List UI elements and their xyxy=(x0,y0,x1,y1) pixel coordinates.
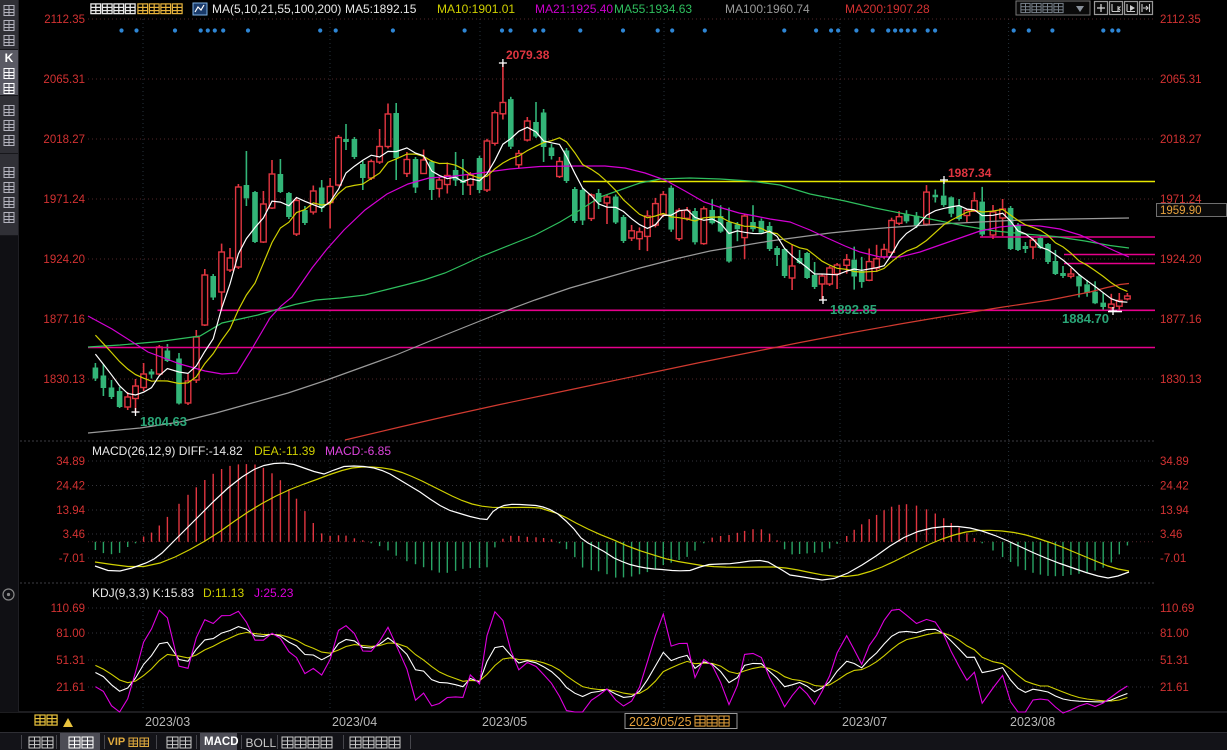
svg-text:DEA:-11.39: DEA:-11.39 xyxy=(254,444,315,458)
svg-text:1877.16: 1877.16 xyxy=(1160,314,1202,326)
svg-text:3.46: 3.46 xyxy=(63,529,85,541)
svg-text:24.42: 24.42 xyxy=(1160,481,1189,493)
svg-text:34.89: 34.89 xyxy=(56,456,85,468)
svg-text:-7.01: -7.01 xyxy=(59,553,85,565)
svg-text:MA(5,10,21,55,100,200): MA(5,10,21,55,100,200) xyxy=(212,2,341,16)
svg-text:1959.90: 1959.90 xyxy=(1160,205,1202,217)
svg-text:51.31: 51.31 xyxy=(1160,655,1189,667)
svg-text:1924.20: 1924.20 xyxy=(1160,254,1202,266)
svg-text:24.42: 24.42 xyxy=(56,481,85,493)
svg-text:2023/08: 2023/08 xyxy=(1010,715,1055,729)
svg-text:MA21:1925.40: MA21:1925.40 xyxy=(535,2,613,16)
svg-text:2112.35: 2112.35 xyxy=(1160,14,1201,26)
svg-text:MACD(26,12,9) DIFF:-14.82: MACD(26,12,9) DIFF:-14.82 xyxy=(92,444,243,458)
svg-text:MA55:1934.63: MA55:1934.63 xyxy=(614,2,692,16)
svg-text:21.61: 21.61 xyxy=(56,682,85,694)
svg-text:1892.85: 1892.85 xyxy=(830,302,877,317)
svg-text:110.69: 110.69 xyxy=(1160,603,1194,615)
svg-text:2023/05: 2023/05 xyxy=(482,715,527,729)
svg-text:2023/03: 2023/03 xyxy=(145,715,190,729)
svg-text:13.94: 13.94 xyxy=(56,505,85,517)
svg-text:2023/04: 2023/04 xyxy=(332,715,377,729)
svg-text:MA200:1907.28: MA200:1907.28 xyxy=(845,2,930,16)
svg-text:3.46: 3.46 xyxy=(1160,529,1182,541)
svg-text:2079.38: 2079.38 xyxy=(506,48,550,62)
svg-text:1804.63: 1804.63 xyxy=(140,414,187,429)
svg-text:1830.13: 1830.13 xyxy=(43,374,85,386)
svg-text:MACD:-6.85: MACD:-6.85 xyxy=(325,444,391,458)
svg-text:13.94: 13.94 xyxy=(1160,505,1189,517)
svg-text:1987.34: 1987.34 xyxy=(948,166,992,180)
svg-text:2065.31: 2065.31 xyxy=(43,74,85,86)
svg-text:2112.35: 2112.35 xyxy=(44,14,85,26)
svg-text:-7.01: -7.01 xyxy=(1160,553,1186,565)
svg-text:1884.70: 1884.70 xyxy=(1062,311,1109,326)
svg-text:2018.27: 2018.27 xyxy=(43,134,85,146)
svg-text:1877.16: 1877.16 xyxy=(43,314,85,326)
svg-text:KDJ(9,3,3) K:15.83: KDJ(9,3,3) K:15.83 xyxy=(92,586,194,600)
svg-text:1830.13: 1830.13 xyxy=(1160,374,1202,386)
svg-text:51.31: 51.31 xyxy=(56,655,85,667)
svg-text:J:25.23: J:25.23 xyxy=(254,586,294,600)
svg-text:81.00: 81.00 xyxy=(1160,628,1189,640)
svg-text:MA100:1960.74: MA100:1960.74 xyxy=(725,2,810,16)
svg-text:2023/07: 2023/07 xyxy=(842,715,887,729)
svg-text:MA10:1901.01: MA10:1901.01 xyxy=(437,2,515,16)
svg-text:21.61: 21.61 xyxy=(1160,682,1189,694)
svg-text:110.69: 110.69 xyxy=(51,603,85,615)
svg-text:1971.24: 1971.24 xyxy=(43,194,85,206)
svg-text:34.89: 34.89 xyxy=(1160,456,1189,468)
svg-text:1924.20: 1924.20 xyxy=(43,254,85,266)
svg-text:D:11.13: D:11.13 xyxy=(203,586,244,600)
svg-text:2018.27: 2018.27 xyxy=(1160,134,1202,146)
svg-text:81.00: 81.00 xyxy=(56,628,85,640)
svg-text:MA5:1892.15: MA5:1892.15 xyxy=(345,2,417,16)
svg-text:2065.31: 2065.31 xyxy=(1160,74,1202,86)
svg-text:2023/05/25: 2023/05/25 xyxy=(629,715,692,729)
